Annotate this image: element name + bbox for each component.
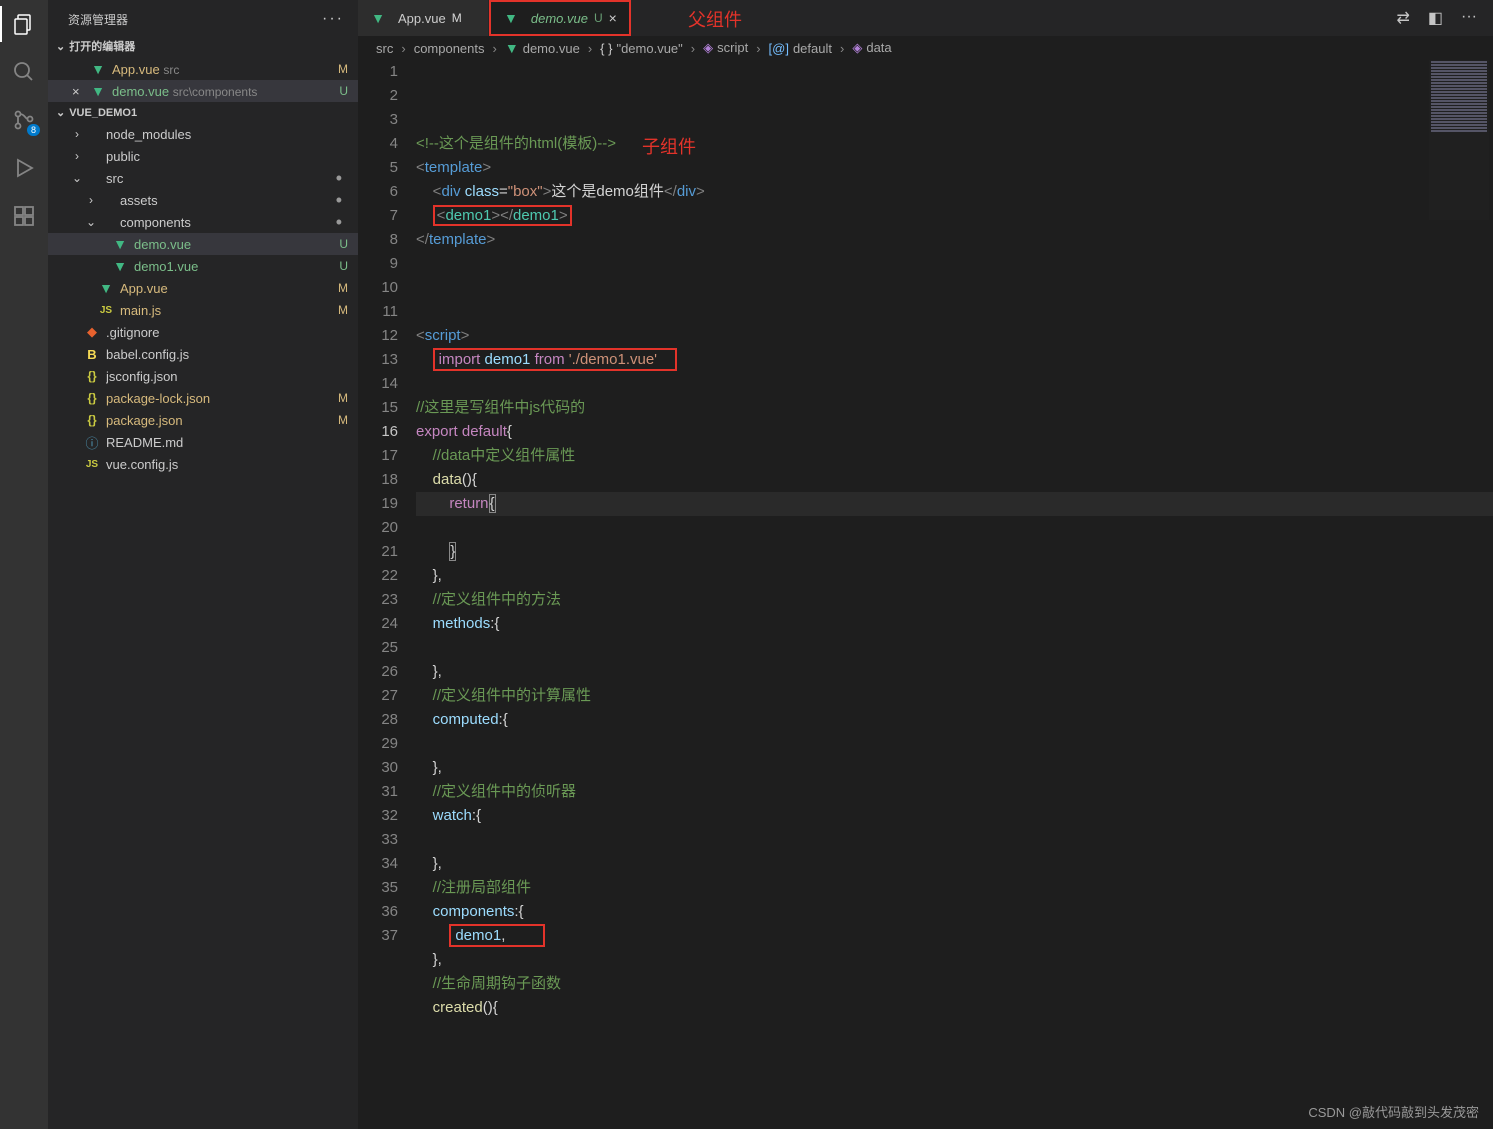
source-control-icon[interactable]: 8 [12,108,36,132]
tree-item[interactable]: ›assets• [48,189,358,211]
open-editors-header[interactable]: ⌄打开的编辑器 [48,34,358,58]
watermark: CSDN @敲代码敲到头发茂密 [1308,1102,1479,1121]
breadcrumb-item[interactable]: src [376,41,393,56]
tree-item[interactable]: ◆.gitignore [48,321,358,343]
breadcrumb-item[interactable]: components [414,41,485,56]
breadcrumb-item[interactable]: ◈data [852,40,891,56]
open-editor-item[interactable]: ×▼demo.vue src\componentsU [48,80,358,102]
tree-item[interactable]: JSvue.config.js [48,453,358,475]
scm-badge: 8 [27,124,40,136]
tree-item[interactable]: ›node_modules [48,123,358,145]
breadcrumb-item[interactable]: { }"demo.vue" [600,41,683,56]
more-editor-icon[interactable]: ··· [1461,8,1477,28]
compare-icon[interactable]: ⇄ [1396,8,1409,28]
tree-item[interactable]: ▼demo1.vueU [48,255,358,277]
file-tree: ›node_modules›public⌄src•›assets•⌄compon… [48,123,358,475]
tree-item[interactable]: {}package.jsonM [48,409,358,431]
tree-item[interactable]: JSmain.jsM [48,299,358,321]
editor-actions: ⇄ ◧ ··· [1380,8,1493,28]
tab-bar: ▼App.vue M×▼demo.vue U× 父组件 ⇄ ◧ ··· [358,0,1493,36]
open-editors-list: ▼App.vue srcM×▼demo.vue src\componentsU [48,58,358,102]
breadcrumb-item[interactable]: [@]default [769,41,832,56]
breadcrumbs[interactable]: src›components›▼demo.vue›{ }"demo.vue"›◈… [358,36,1493,60]
annotation-child: 子组件 [642,135,696,159]
split-editor-icon[interactable]: ◧ [1428,8,1443,28]
tree-item[interactable]: {}package-lock.jsonM [48,387,358,409]
tree-item[interactable]: Bbabel.config.js [48,343,358,365]
editor-tab[interactable]: ▼App.vue M× [358,0,489,36]
tree-item[interactable]: ›public [48,145,358,167]
search-icon[interactable] [12,60,36,84]
tree-item[interactable]: {}jsconfig.json [48,365,358,387]
tree-item[interactable]: ⓘREADME.md [48,431,358,453]
more-actions-icon[interactable]: ··· [322,10,344,28]
line-gutter: 1234567891011121314151617181920212223242… [358,60,416,1129]
minimap[interactable] [1429,60,1489,220]
tree-item[interactable]: ▼App.vueM [48,277,358,299]
editor-tab[interactable]: ▼demo.vue U× [489,0,631,36]
project-header[interactable]: ⌄VUE_DEMO1 [48,102,358,123]
open-editor-item[interactable]: ▼App.vue srcM [48,58,358,80]
breadcrumb-item[interactable]: ◈script [703,40,748,56]
editor-area: ▼App.vue M×▼demo.vue U× 父组件 ⇄ ◧ ··· src›… [358,0,1493,1129]
tree-item[interactable]: ▼demo.vueU [48,233,358,255]
close-icon[interactable]: × [609,10,617,26]
breadcrumb-item[interactable]: ▼demo.vue [505,40,580,56]
explorer-icon[interactable] [12,12,36,36]
tree-item[interactable]: ⌄components• [48,211,358,233]
code-content[interactable]: 子组件 <!--这个是组件的html(模板)--><template> <div… [416,60,1493,1129]
extensions-icon[interactable] [12,204,36,228]
annotation-parent: 父组件 [688,6,742,32]
debug-icon[interactable] [12,156,36,180]
sidebar-title: 资源管理器 [68,11,128,28]
tree-item[interactable]: ⌄src• [48,167,358,189]
code-editor[interactable]: 1234567891011121314151617181920212223242… [358,60,1493,1129]
activity-bar: 8 [0,0,48,1129]
sidebar: 资源管理器 ··· ⌄打开的编辑器 ▼App.vue srcM×▼demo.vu… [48,0,358,1129]
